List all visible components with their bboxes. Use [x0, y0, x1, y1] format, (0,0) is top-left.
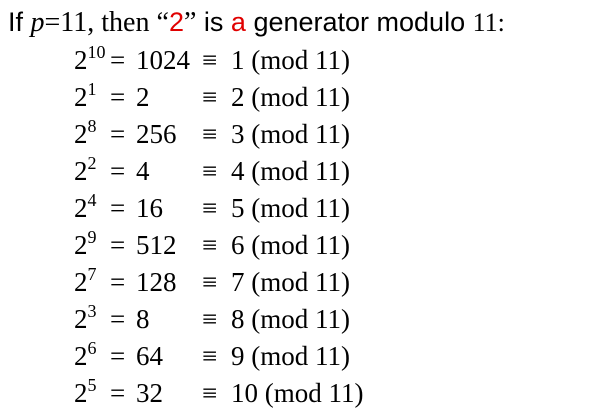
power-value: 128	[136, 267, 177, 297]
equals-sign: =	[110, 193, 126, 223]
title-article: a	[230, 7, 246, 37]
power-row: 27 = 128 ≡ 7 (mod 11)	[74, 264, 574, 301]
residue: 8 (mod 11)	[231, 304, 350, 334]
exponent: 9	[87, 227, 97, 247]
equals-sign: =	[110, 119, 126, 149]
power-base: 21	[74, 79, 97, 115]
title-quote-open: “	[156, 7, 169, 38]
power-value: 1024	[136, 45, 190, 75]
power-row: 28 = 256 ≡ 3 (mod 11)	[74, 116, 574, 153]
base-number: 2	[74, 193, 88, 223]
title-modulus: 11:	[472, 8, 505, 37]
congruence-sign: ≡	[202, 82, 218, 112]
title-quote-close: ”	[183, 7, 197, 38]
exponent: 5	[87, 375, 97, 395]
power-value: 512	[136, 230, 177, 260]
equals-sign: =	[110, 45, 126, 75]
congruence-sign: ≡	[202, 304, 218, 334]
exponent: 4	[87, 190, 97, 210]
equals-sign: =	[110, 378, 126, 408]
congruence-sign: ≡	[202, 230, 218, 260]
residue: 9 (mod 11)	[231, 341, 350, 371]
power-row: 22 = 4 ≡ 4 (mod 11)	[74, 153, 574, 190]
base-number: 2	[74, 82, 88, 112]
power-row: 26 = 64 ≡ 9 (mod 11)	[74, 338, 574, 375]
equals-sign: =	[110, 341, 126, 371]
exponent: 10	[87, 42, 106, 62]
base-number: 2	[74, 267, 88, 297]
power-base: 27	[74, 264, 97, 300]
power-row: 29 = 512 ≡ 6 (mod 11)	[74, 227, 574, 264]
base-number: 2	[74, 341, 88, 371]
slide-title: If p=11, then “2” is a generator modulo …	[8, 2, 505, 43]
congruence-sign: ≡	[202, 378, 218, 408]
exponent: 3	[87, 301, 97, 321]
equals-sign: =	[110, 82, 126, 112]
title-assign: =11	[44, 7, 88, 38]
base-number: 2	[74, 304, 88, 334]
base-number: 2	[74, 119, 88, 149]
residue: 10 (mod 11)	[231, 378, 364, 408]
equals-sign: =	[110, 304, 126, 334]
residue: 6 (mod 11)	[231, 230, 350, 260]
power-base: 26	[74, 338, 97, 374]
congruence-sign: ≡	[202, 267, 218, 297]
exponent: 1	[87, 79, 97, 99]
power-base: 29	[74, 227, 97, 263]
power-base: 22	[74, 153, 97, 189]
residue: 3 (mod 11)	[231, 119, 350, 149]
residue: 1 (mod 11)	[231, 45, 350, 75]
power-row: 210 = 1024 ≡ 1 (mod 11)	[74, 42, 574, 79]
power-value: 64	[136, 341, 163, 371]
power-table: 210 = 1024 ≡ 1 (mod 11) 21 = 2 ≡ 2 (mod 11) 28 = 256…	[74, 42, 574, 412]
residue: 5 (mod 11)	[231, 193, 350, 223]
equals-sign: =	[110, 230, 126, 260]
equals-sign: =	[110, 267, 126, 297]
power-row: 21 = 2 ≡ 2 (mod 11)	[74, 79, 574, 116]
power-value: 8	[136, 304, 150, 334]
congruence-sign: ≡	[202, 193, 218, 223]
power-base: 24	[74, 190, 97, 226]
exponent: 8	[87, 116, 97, 136]
congruence-sign: ≡	[202, 341, 218, 371]
power-value: 16	[136, 193, 163, 223]
power-base: 23	[74, 301, 97, 337]
congruence-sign: ≡	[202, 45, 218, 75]
congruence-sign: ≡	[202, 119, 218, 149]
title-is: is	[196, 7, 231, 37]
exponent: 7	[87, 264, 97, 284]
power-row: 24 = 16 ≡ 5 (mod 11)	[74, 190, 574, 227]
title-generator: 2	[168, 7, 184, 37]
residue: 4 (mod 11)	[231, 156, 350, 186]
exponent: 6	[87, 338, 97, 358]
title-prefix: If	[8, 7, 31, 37]
power-base: 28	[74, 116, 97, 152]
base-number: 2	[74, 156, 88, 186]
power-value: 4	[136, 156, 150, 186]
power-value: 256	[136, 119, 177, 149]
exponent: 2	[87, 153, 97, 173]
power-base: 210	[74, 42, 106, 78]
base-number: 2	[74, 45, 88, 75]
residue: 7 (mod 11)	[231, 267, 350, 297]
congruence-sign: ≡	[202, 156, 218, 186]
power-row: 23 = 8 ≡ 8 (mod 11)	[74, 301, 574, 338]
title-rest: generator modulo	[245, 7, 473, 37]
power-value: 32	[136, 378, 163, 408]
title-variable: p	[30, 7, 45, 38]
power-row: 25 = 32 ≡ 10 (mod 11)	[74, 375, 574, 412]
power-base: 25	[74, 375, 97, 411]
residue: 2 (mod 11)	[231, 82, 350, 112]
base-number: 2	[74, 378, 88, 408]
equals-sign: =	[110, 156, 126, 186]
title-comma: , then	[87, 7, 157, 38]
power-value: 2	[136, 82, 150, 112]
base-number: 2	[74, 230, 88, 260]
